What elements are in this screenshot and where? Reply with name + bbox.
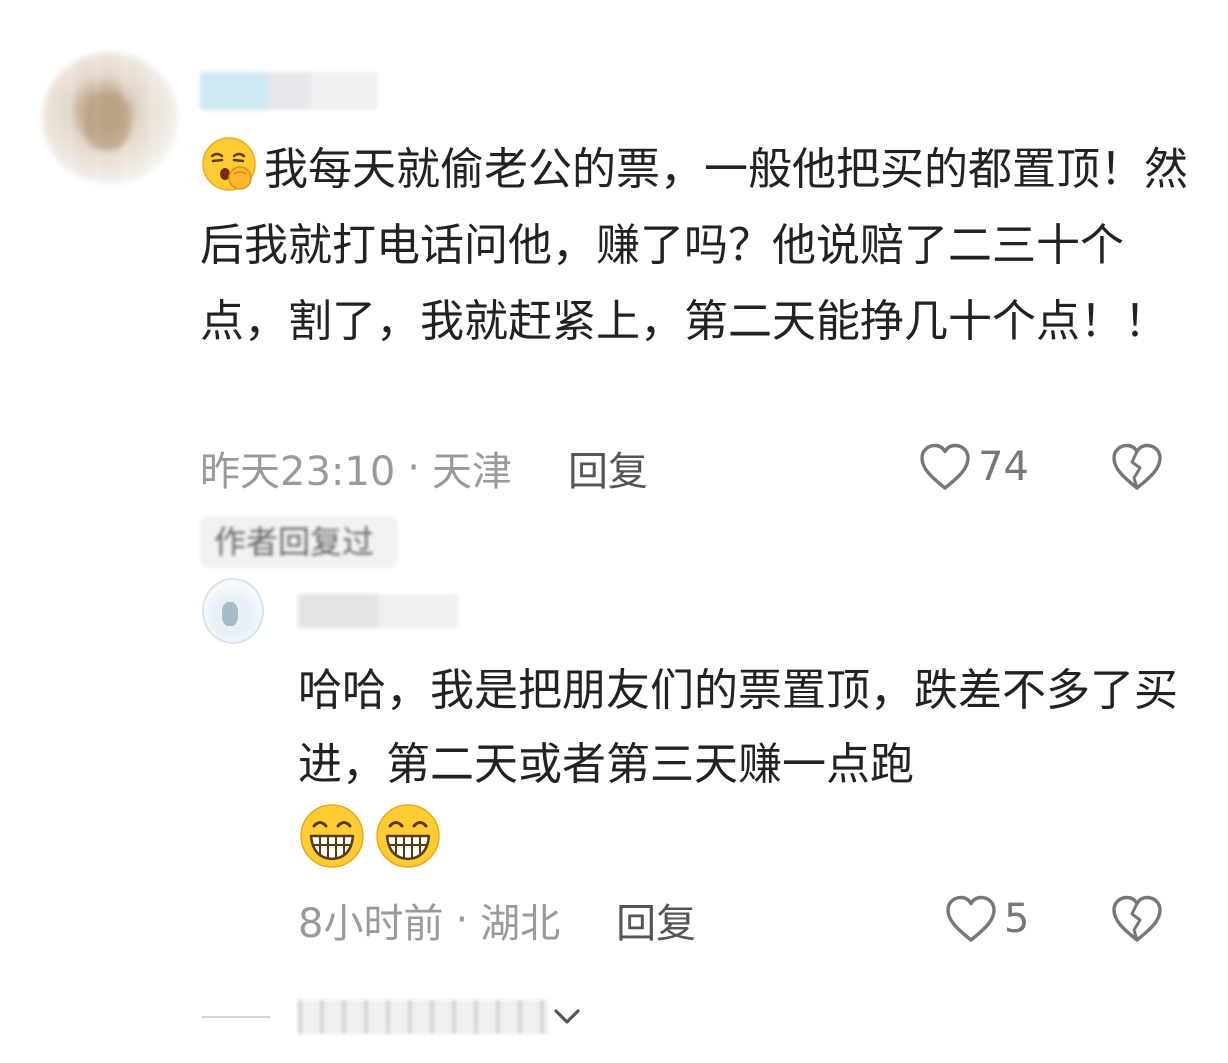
broken-heart-icon[interactable] bbox=[1110, 894, 1164, 944]
reply-emojis bbox=[298, 802, 442, 870]
reply-text: 哈哈，我是把朋友们的票置顶，跌差不多了买进，第二天或者第三天赚一点跑 bbox=[298, 665, 1178, 790]
like-button[interactable]: 74 bbox=[918, 442, 1029, 492]
commenter-avatar[interactable] bbox=[42, 52, 178, 184]
like-count: 74 bbox=[978, 444, 1029, 490]
heart-outline-icon bbox=[946, 895, 996, 942]
grinning-face-emoji-icon bbox=[300, 804, 364, 868]
reply-button[interactable]: 回复 bbox=[616, 891, 696, 949]
reply-button[interactable]: 回复 bbox=[568, 439, 648, 497]
replier-avatar[interactable] bbox=[202, 578, 264, 644]
grinning-face-emoji-icon bbox=[376, 804, 440, 868]
comment-meta: 昨天23:10 · 天津 回复 bbox=[200, 440, 1180, 496]
author-replied-badge: 作者回复过 bbox=[200, 516, 398, 568]
comment-time: 昨天23:10 bbox=[200, 449, 396, 495]
reply-location: 湖北 bbox=[480, 901, 561, 947]
commenter-username[interactable] bbox=[200, 72, 378, 110]
reply-like-button[interactable]: 5 bbox=[944, 894, 1029, 944]
chevron-down-icon[interactable] bbox=[552, 1004, 582, 1028]
heart-outline-icon bbox=[920, 443, 970, 490]
comment-location: 天津 bbox=[432, 449, 512, 495]
expand-replies-button[interactable] bbox=[298, 1000, 548, 1034]
reply-meta: 8小时前 · 湖北 回复 bbox=[298, 892, 1178, 948]
meta-separator: · bbox=[455, 897, 469, 943]
comment-text: 我每天就偷老公的票，一般他把买的都置顶！然后我就打电话问他，赚了吗？他说赔了二三… bbox=[200, 132, 1190, 360]
sleepy-face-emoji-icon bbox=[202, 137, 256, 191]
divider-line bbox=[202, 1016, 270, 1018]
replier-username[interactable] bbox=[298, 594, 458, 628]
comment-thread: 我每天就偷老公的票，一般他把买的都置顶！然后我就打电话问他，赚了吗？他说赔了二三… bbox=[0, 0, 1228, 1063]
broken-heart-icon[interactable] bbox=[1110, 442, 1164, 492]
reply-time: 8小时前 bbox=[298, 901, 444, 947]
reply-like-count: 5 bbox=[1004, 896, 1030, 942]
meta-separator: · bbox=[407, 445, 420, 491]
